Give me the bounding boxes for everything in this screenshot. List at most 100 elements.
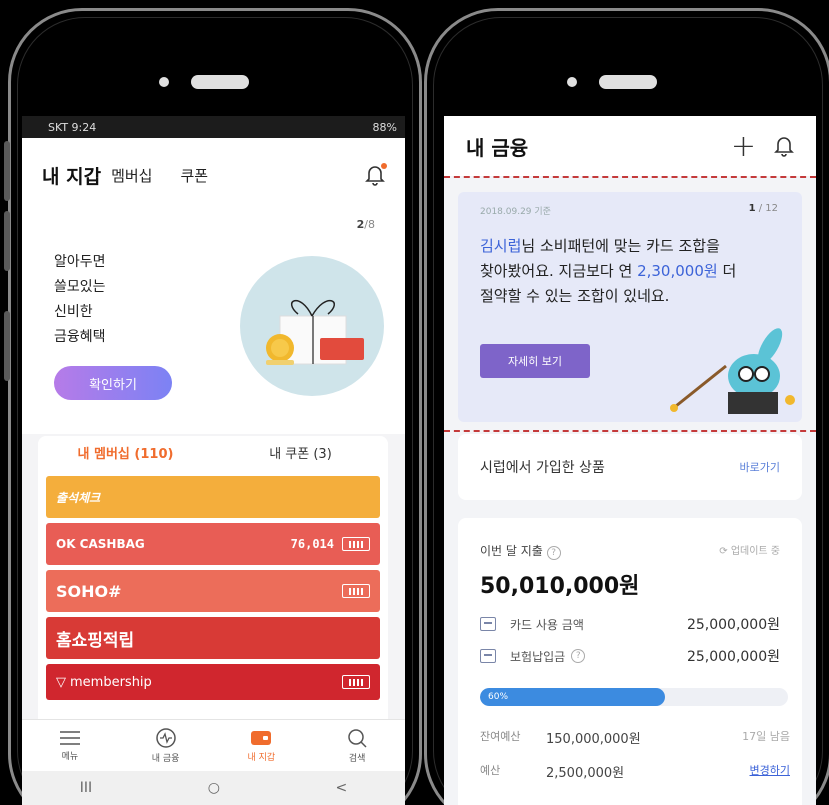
side-button	[4, 311, 10, 381]
card-name: 출석체크	[56, 490, 101, 505]
nav-my-wallet[interactable]: 내 지갑	[214, 720, 310, 771]
nav-search[interactable]: 검색	[309, 720, 405, 771]
promo-page-indicator: 1 / 12	[748, 203, 778, 214]
volume-up-button	[4, 141, 10, 201]
recent-apps-button[interactable]: III	[80, 780, 92, 796]
promo-message: 김시럽님 소비패턴에 맞는 카드 조합을 찾아봤어요. 지금보다 연 2,30,…	[480, 237, 737, 305]
joined-products-card[interactable]: 시럽에서 가입한 상품 바로가기	[458, 434, 802, 500]
status-bar: SKT 9:24 88%	[22, 116, 405, 138]
row-value: 25,000,000원	[686, 617, 780, 633]
row-label: 카드 사용 금액	[510, 617, 584, 632]
bell-icon[interactable]	[774, 135, 794, 157]
barcode-icon[interactable]	[342, 675, 370, 689]
shortcut-link[interactable]: 바로가기	[740, 459, 780, 475]
card-name: OK CASHBAG	[56, 537, 145, 551]
membership-tabs: 내 멤버십 (110) 내 쿠폰 (3)	[38, 436, 388, 476]
wallet-screen: SKT 9:24 88% 내 지갑 멤버십 쿠폰 2/8 알아두면 쓸모있는 신…	[22, 116, 405, 805]
front-camera	[567, 77, 577, 87]
banner-line: 알아두면	[54, 254, 106, 270]
bottom-navigation: 메뉴 내 금융 내 지갑 검색	[22, 719, 405, 771]
home-button[interactable]: ○	[208, 780, 220, 796]
help-icon[interactable]: ?	[571, 649, 586, 663]
rabbit-mascot-illustration	[670, 328, 795, 414]
membership-card-attendance[interactable]: 출석체크	[46, 476, 380, 518]
row-value: 150,000,000원	[546, 732, 641, 747]
nav-my-finance[interactable]: 내 금융	[118, 720, 214, 771]
barcode-icon[interactable]	[342, 537, 370, 551]
front-camera	[159, 77, 169, 87]
remaining-budget-row: 잔여예산 150,000,000원 17일 남음	[480, 728, 790, 747]
card-icon	[480, 617, 496, 631]
change-budget-link[interactable]: 변경하기	[750, 762, 790, 781]
card-name: 홈쇼핑적립	[56, 630, 135, 651]
tab-my-membership[interactable]: 내 멤버십 (110)	[38, 436, 213, 476]
membership-card-soho[interactable]: SOHO#	[46, 570, 380, 612]
monthly-spending-card: 이번 달 지출 ? ⟳ 업데이트 중 50,010,000원 카드 사용 금액 …	[458, 518, 802, 805]
row-label: 예산	[480, 764, 501, 777]
days-left: 17일 남음	[742, 730, 790, 743]
speaker-grille	[191, 75, 249, 89]
banner-line: 신비한	[54, 304, 93, 320]
tab-my-wallet[interactable]: 내 지갑	[42, 162, 101, 189]
row-label: 잔여예산	[480, 730, 521, 743]
speaker-grille	[599, 75, 657, 89]
row-value: 2,500,000원	[546, 766, 625, 781]
nav-label: 검색	[348, 753, 366, 764]
wallet-header: 내 지갑 멤버십 쿠폰	[22, 138, 405, 212]
notification-badge	[381, 163, 387, 169]
membership-card-homeshopping[interactable]: 홈쇼핑적립	[46, 617, 380, 659]
finance-screen: 내 금융 + 2018.09.29 기준 1 / 12 김시럽님 소비패턴에 맞…	[444, 116, 816, 805]
nav-menu[interactable]: 메뉴	[22, 720, 118, 771]
card-usage-row[interactable]: 카드 사용 금액 25,000,000원	[480, 614, 780, 634]
add-button[interactable]: +	[731, 129, 756, 164]
saving-amount: 2,30,000원	[637, 262, 718, 280]
system-navigation-bar: III ○ <	[22, 771, 405, 805]
tab-my-coupon[interactable]: 내 쿠폰 (3)	[213, 436, 388, 476]
progress-fill: 60%	[480, 688, 665, 706]
gift-illustration	[240, 256, 384, 396]
gift-box-illustration	[266, 299, 364, 365]
tab-membership[interactable]: 멤버십	[111, 165, 152, 186]
banner-line: 쓸모있는	[54, 279, 106, 295]
spending-title: 이번 달 지출 ?	[480, 542, 561, 560]
card-name: SOHO#	[56, 581, 122, 601]
wallet-icon	[251, 730, 272, 745]
budget-row: 예산 2,500,000원 변경하기	[480, 762, 790, 781]
notification-bell-icon[interactable]	[365, 163, 387, 186]
dashed-divider	[444, 176, 816, 178]
card-recommendation-banner: 2018.09.29 기준 1 / 12 김시럽님 소비패턴에 맞는 카드 조합…	[458, 192, 802, 422]
t-logo-icon: ▽	[56, 674, 66, 690]
banner-line: 금융혜택	[54, 329, 106, 345]
dashed-divider	[444, 430, 816, 432]
volume-down-button	[4, 211, 10, 271]
membership-card-membership[interactable]: ▽ membership	[46, 664, 380, 700]
membership-card-list: 내 멤버십 (110) 내 쿠폰 (3) 출석체크 OK CASHBAG 76,…	[38, 436, 388, 736]
back-button[interactable]: <	[335, 780, 347, 796]
nav-label: 내 지갑	[247, 752, 276, 763]
insurance-row[interactable]: 보험납입금 ? 25,000,000원	[480, 646, 780, 666]
promo-date: 2018.09.29 기준	[480, 207, 551, 217]
spending-total: 50,010,000원	[480, 574, 640, 599]
banner-text: 알아두면 쓸모있는 신비한 금융혜택	[54, 250, 106, 350]
status-battery: 88%	[372, 120, 397, 134]
nav-label: 메뉴	[61, 751, 79, 762]
nav-label: 내 금융	[151, 753, 180, 764]
barcode-icon[interactable]	[342, 584, 370, 598]
row-value: 25,000,000원	[686, 649, 780, 665]
view-details-button[interactable]: 자세히 보기	[480, 344, 590, 378]
row-label: 보험납입금	[510, 649, 566, 664]
insurance-icon	[480, 649, 496, 663]
check-button[interactable]: 확인하기	[54, 366, 172, 400]
menu-icon	[59, 730, 80, 745]
tab-coupon[interactable]: 쿠폰	[180, 165, 208, 186]
update-status[interactable]: ⟳ 업데이트 중	[719, 542, 780, 557]
promo-banner: 2/8 알아두면 쓸모있는 신비한 금융혜택 확인하기	[22, 212, 405, 434]
card-point-amount: 76,014	[290, 537, 334, 551]
user-name: 김시럽	[480, 237, 522, 255]
joined-products-label: 시럽에서 가입한 상품	[480, 460, 605, 476]
card-name: membership	[70, 674, 152, 690]
page-title: 내 금융	[466, 135, 529, 160]
pulse-icon	[155, 727, 176, 748]
membership-card-okcashbag[interactable]: OK CASHBAG 76,014	[46, 523, 380, 565]
banner-page-indicator: 2/8	[356, 218, 375, 231]
